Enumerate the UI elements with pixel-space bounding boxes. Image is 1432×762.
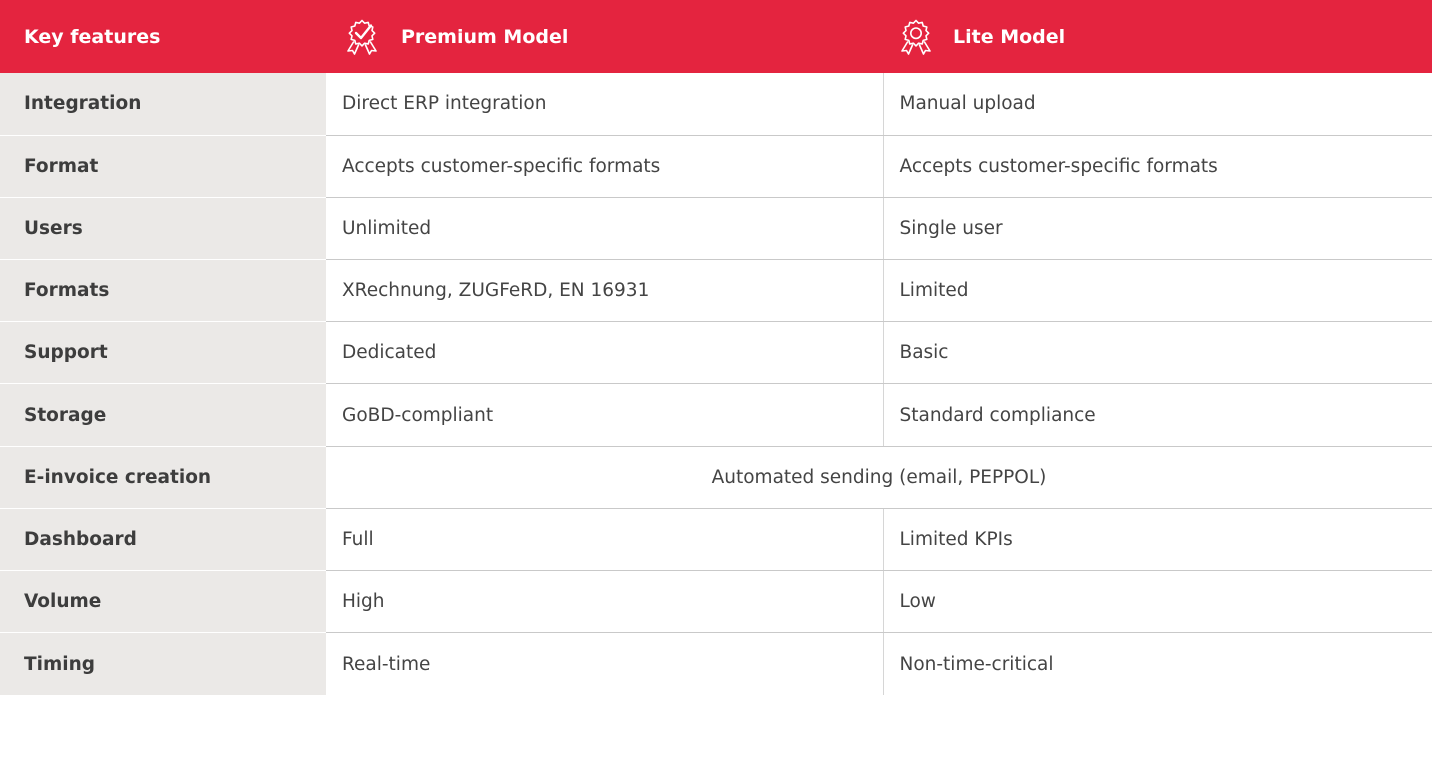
table-row: E-invoice creation Automated sending (em…: [0, 446, 1432, 509]
feature-label: Format: [0, 135, 326, 198]
shared-value: Automated sending (email, PEPPOL): [326, 446, 1432, 509]
lite-value: Accepts customer-specific formats: [883, 135, 1432, 198]
award-check-icon: [345, 19, 379, 55]
table-row: Volume High Low: [0, 570, 1432, 634]
table-row: Support Dedicated Basic: [0, 321, 1432, 385]
lite-value: Standard compliance: [883, 383, 1432, 447]
header-premium-label: Premium Model: [401, 25, 569, 48]
table-row: Users Unlimited Single user: [0, 197, 1432, 261]
feature-label: Timing: [0, 632, 326, 695]
premium-value: Unlimited: [326, 197, 884, 261]
feature-label: E-invoice creation: [0, 446, 326, 509]
table-row: Format Accepts customer-specific formats…: [0, 135, 1432, 198]
header-row: Key features Premium Model Lite Model: [0, 0, 1432, 73]
premium-value: GoBD-compliant: [326, 383, 884, 447]
header-premium-wrap: Premium Model: [326, 19, 883, 55]
header-lite-label: Lite Model: [953, 25, 1066, 48]
table-row: Formats XRechnung, ZUGFeRD, EN 16931 Lim…: [0, 259, 1432, 323]
lite-value: Non-time-critical: [899, 653, 1054, 675]
lite-value: Basic: [883, 321, 1432, 385]
premium-value: Accepts customer-specific formats: [326, 135, 884, 198]
table-row: Integration Direct ERP integration Manua…: [0, 73, 1432, 136]
premium-value: Real-time: [326, 632, 884, 695]
lite-value: Low: [883, 570, 1432, 634]
header-lite-model: Lite Model: [883, 0, 1432, 73]
header-premium-model: Premium Model: [326, 0, 883, 73]
header-key-features: Key features: [24, 25, 161, 48]
feature-label: Users: [0, 197, 326, 261]
lite-value: Single user: [883, 197, 1432, 261]
premium-value: High: [326, 570, 884, 634]
premium-value: XRechnung, ZUGFeRD, EN 16931: [326, 259, 884, 323]
lite-value: Limited: [883, 259, 1432, 323]
feature-label: Dashboard: [0, 508, 326, 572]
feature-label: Support: [0, 321, 326, 385]
table-header: Key features Premium Model Lite Model: [0, 0, 1432, 73]
table-row: Storage GoBD-compliant Standard complian…: [0, 383, 1432, 447]
table-body: Integration Direct ERP integration Manua…: [0, 73, 1432, 695]
table-row: Dashboard Full Limited KPIs: [0, 508, 1432, 572]
lite-value: Limited KPIs: [883, 508, 1432, 572]
premium-value: Direct ERP integration: [326, 73, 884, 136]
feature-label: Storage: [0, 383, 326, 447]
feature-comparison-table: Key features Premium Model Lite Model In…: [0, 0, 1432, 695]
feature-label: Integration: [0, 73, 326, 136]
table-row: Timing Real-time Non-time-critical: [0, 632, 1432, 695]
award-ribbon-icon: [899, 19, 933, 55]
feature-label: Formats: [0, 259, 326, 323]
premium-value: Full: [326, 508, 884, 572]
lite-value: Manual upload: [883, 73, 1432, 136]
premium-value: Dedicated: [326, 321, 884, 385]
feature-label: Volume: [0, 570, 326, 634]
header-lite-wrap: Lite Model: [883, 19, 1432, 55]
